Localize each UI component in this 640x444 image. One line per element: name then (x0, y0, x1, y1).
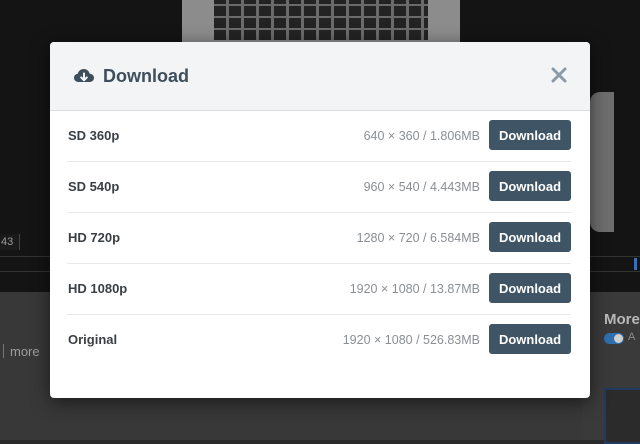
video-frame-keyboard-rows (214, 0, 428, 40)
video-progress-marker[interactable] (634, 258, 637, 270)
resolution-size-info: 1920 × 1080 / 13.87MB (349, 282, 480, 296)
download-option-row: HD 1080p 1920 × 1080 / 13.87MB Download (67, 264, 571, 315)
autoplay-toggle-label: A (628, 331, 636, 343)
download-button[interactable]: Download (489, 171, 571, 201)
modal-header: Download (50, 42, 590, 111)
modal-title: Download (103, 66, 189, 86)
close-icon[interactable] (548, 64, 570, 86)
more-link[interactable]: more (10, 344, 40, 359)
resolution-size-info: 1280 × 720 / 6.584MB (356, 231, 480, 245)
download-modal: Download SD 360p 640 × 360 / 1.806MB Dow… (50, 42, 590, 398)
download-option-row: SD 540p 960 × 540 / 4.443MB Download (67, 162, 571, 213)
quality-label: HD 1080p (68, 281, 128, 296)
side-section-title: More (604, 311, 640, 328)
resolution-size-info: 1920 × 1080 / 526.83MB (342, 333, 480, 347)
autoplay-toggle[interactable] (604, 333, 624, 344)
video-frame-hand (590, 92, 614, 232)
download-option-row: HD 720p 1280 × 720 / 6.584MB Download (67, 213, 571, 264)
more-link-wrapper: more (0, 344, 40, 359)
download-button[interactable]: Download (489, 273, 571, 303)
quality-label: SD 540p (68, 179, 120, 194)
resolution-size-info: 640 × 360 / 1.806MB (363, 129, 480, 143)
download-option-row: Original 1920 × 1080 / 526.83MB Download (67, 315, 571, 365)
download-option-row: SD 360p 640 × 360 / 1.806MB Download (67, 111, 571, 162)
related-video-thumbnail[interactable] (604, 388, 640, 444)
download-button[interactable]: Download (489, 120, 571, 150)
download-options-list: SD 360p 640 × 360 / 1.806MB Download SD … (50, 111, 590, 365)
download-button[interactable]: Download (489, 222, 571, 252)
quality-label: HD 720p (68, 230, 121, 245)
resolution-size-info: 960 × 540 / 4.443MB (363, 180, 480, 194)
quality-label: Original (68, 332, 118, 347)
cloud-download-icon (72, 64, 96, 88)
download-button[interactable]: Download (489, 324, 571, 354)
quality-label: SD 360p (68, 128, 120, 143)
divider (3, 344, 4, 358)
video-timestamp: 43 (0, 234, 20, 250)
